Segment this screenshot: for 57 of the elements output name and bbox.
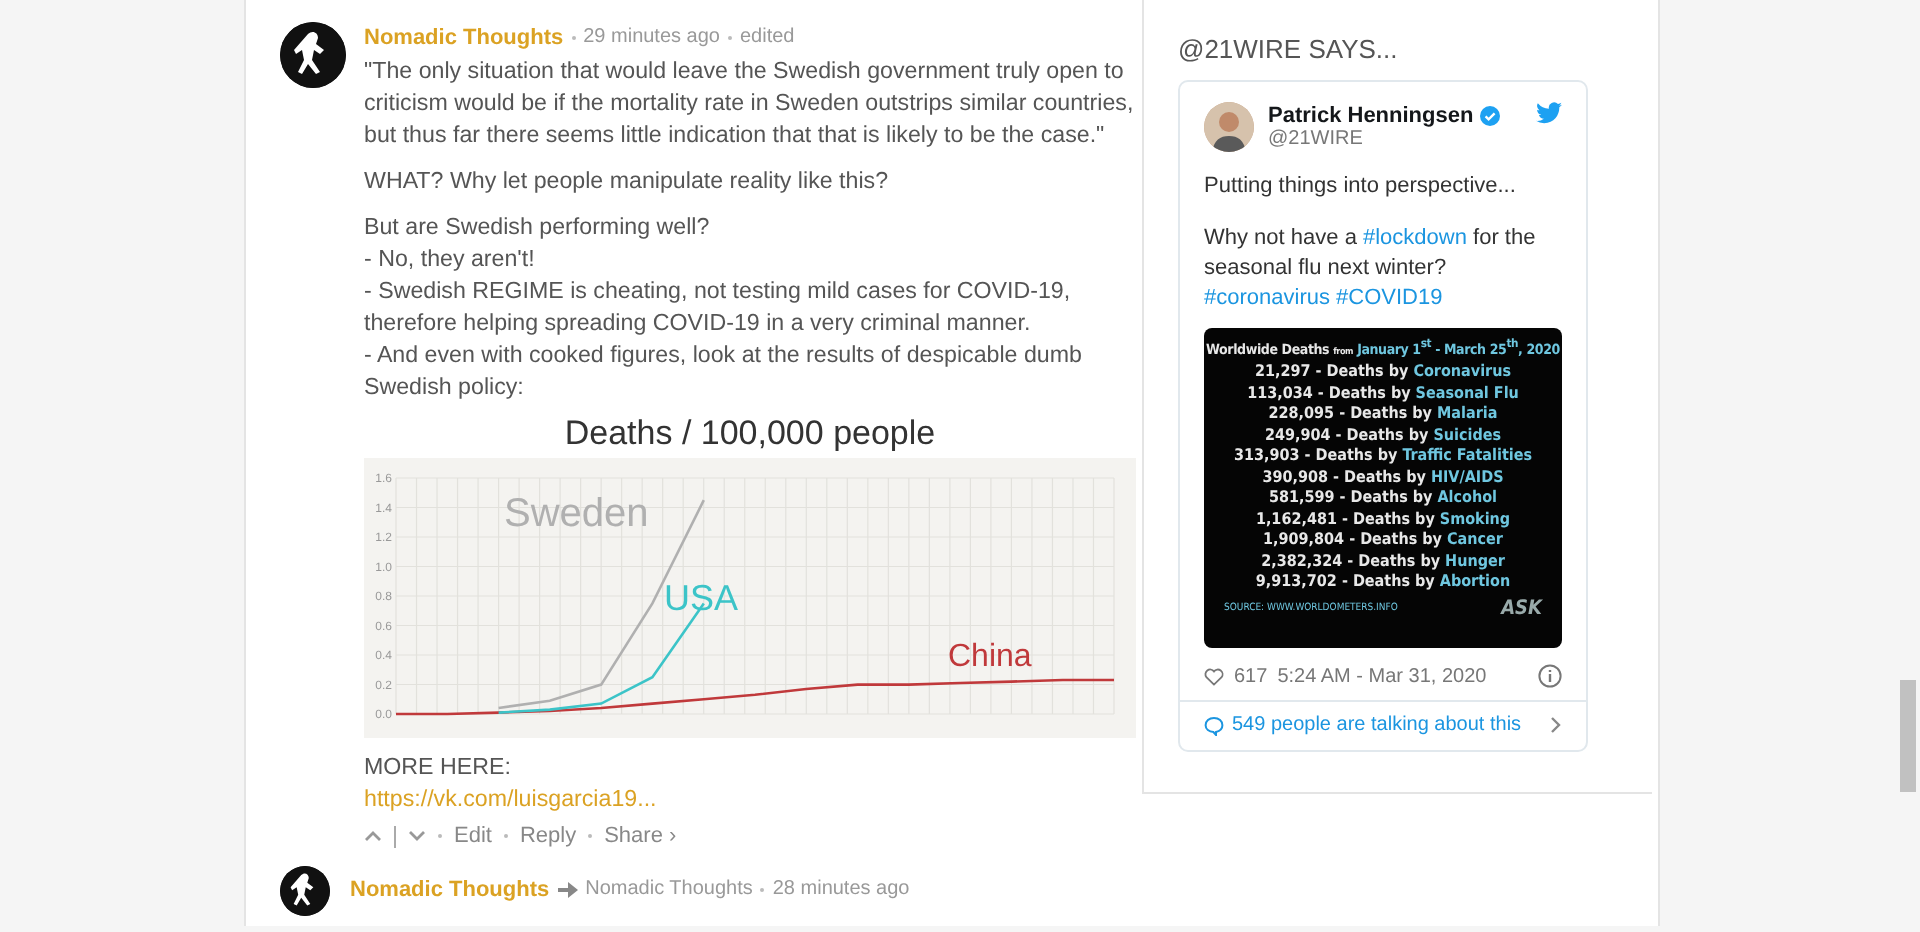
scrollbar-thumb[interactable] (1900, 680, 1916, 792)
infographic-image[interactable] (1204, 328, 1562, 648)
infographic-row: 390,908 - Deaths by HIV/AIDS (1262, 467, 1504, 489)
avatar[interactable] (280, 866, 330, 916)
infographic-row: 9,913,702 - Deaths by Abortion (1255, 572, 1511, 594)
separator-dot (571, 36, 576, 40)
comment-action-link[interactable]: Edit (454, 820, 492, 852)
comment-paragraph: But are Swedish performing well? - No, they aren't! - Swedish REGIME is cheating, not testing mild cases for COVID-19, therefore helping spreading COVID-19 in a very criminal manner. - And even with cooked figures, look at the results of despicable dumb Swedish policy: (364, 212, 1084, 404)
infographic-row: 249,904 - Deaths by Suicides (1264, 425, 1502, 447)
edited-label: edited (740, 24, 795, 52)
series-label: China (948, 640, 1032, 674)
more-label: MORE HERE: (364, 752, 513, 784)
infographic-row: 113,034 - Deaths by Seasonal Flu (1247, 383, 1519, 405)
comment-paragraph: "The only situation that would leave the Swedish government truly open to criticism would be if the mortality rate in Sweden outstrips similar countries, but thus far there seems little indication that that is likely to be the case." (364, 56, 1136, 152)
infographic-row: 1,162,481 - Deaths by Smoking (1255, 509, 1511, 531)
tweet-text: Putting things into perspective... (1204, 172, 1518, 202)
avatar[interactable] (280, 22, 346, 88)
separator-dot (588, 834, 593, 838)
reply-to-name[interactable]: Nomadic Thoughts (585, 878, 753, 900)
reply-arrow-icon (557, 881, 578, 897)
comment-time[interactable]: 29 minutes ago (583, 22, 720, 54)
comment-paragraph: WHAT? Why let people manipulate reality like this? (364, 166, 891, 198)
chart-title: Deaths / 100,000 people (562, 418, 938, 450)
info-icon[interactable] (1538, 664, 1562, 688)
bird-icon[interactable] (1536, 102, 1562, 124)
upvote-icon[interactable] (364, 830, 382, 842)
series-label: USA (664, 578, 739, 618)
comment-action-link[interactable]: Reply (519, 820, 577, 852)
chevron-right-icon[interactable] (1550, 716, 1562, 734)
separator-dot (760, 887, 765, 891)
like-count[interactable]: 617 (1234, 665, 1268, 687)
separator-dot (503, 834, 508, 838)
infographic-row: 1,909,804 - Deaths by Cancer (1263, 530, 1503, 552)
comment-author[interactable]: Nomadic Thoughts (364, 22, 564, 54)
comment-action-link[interactable]: Share › (604, 820, 677, 852)
infographic-row: 228,095 - Deaths by Malaria (1268, 404, 1498, 426)
infographic-row: 313,903 - Deaths by Traffic Fatalities (1233, 446, 1533, 468)
separator-dot (728, 36, 732, 40)
logo-text: ASK (1501, 597, 1542, 620)
sidebar-heading: @21WIRE SAYS... (1178, 34, 1400, 64)
tweet-text: Why not have a #lockdown for the seasonal flu next winter? #coronavirus #COVID19 (1204, 224, 1538, 314)
comment-author[interactable]: Nomadic Thoughts (350, 877, 550, 901)
separator-dot (438, 834, 442, 838)
talking-link[interactable]: 549 people are talking about this (1232, 714, 1542, 736)
profile-photo[interactable] (1204, 102, 1254, 152)
infographic-row: 2,382,324 - Deaths by Hunger (1261, 551, 1505, 573)
tweet-timestamp[interactable]: 5:24 AM - Mar 31, 2020 (1277, 665, 1528, 687)
series-label: Sweden (504, 492, 649, 536)
tweet-handle[interactable]: @21WIRE (1268, 128, 1522, 150)
infographic-row: 581,599 - Deaths by Alcohol (1269, 488, 1497, 510)
comment-time[interactable]: 28 minutes ago (772, 878, 910, 900)
downvote-icon[interactable] (408, 830, 426, 842)
comment-link[interactable]: https://vk.com/luisgarcia19... (364, 786, 657, 812)
infographic-row: 21,297 - Deaths by Coronavirus (1254, 362, 1512, 384)
tweet-author[interactable]: Patrick Henningsen (1268, 104, 1474, 128)
heart-icon[interactable] (1204, 667, 1224, 685)
comment-bubble-icon (1204, 715, 1224, 735)
